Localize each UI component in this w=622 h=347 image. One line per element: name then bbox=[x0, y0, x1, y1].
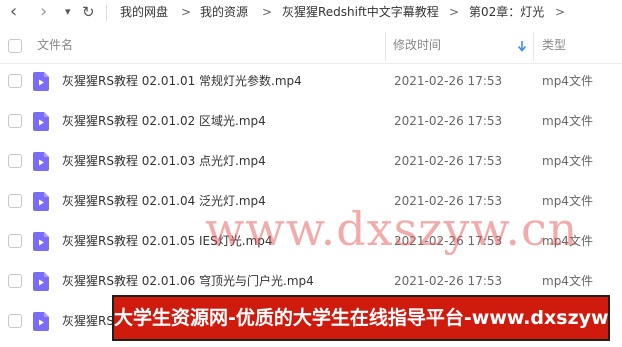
file-name[interactable]: 灰猩猩RS教程 02.01.02 区域光.mp4 bbox=[62, 101, 266, 141]
breadcrumb-separator: > bbox=[449, 5, 460, 19]
breadcrumb-current-chapter[interactable]: 第02章：灯光 bbox=[469, 0, 544, 26]
video-file-icon bbox=[33, 272, 49, 291]
breadcrumb-course-folder[interactable]: 灰猩猩Redshift中文字幕教程 bbox=[282, 0, 439, 26]
refresh-icon[interactable]: ↻ bbox=[82, 0, 95, 26]
column-header-type[interactable]: 类型 bbox=[542, 30, 566, 63]
file-row[interactable]: 灰猩猩RS教程 02.01.01 常规灯光参数.mp4 2021-02-26 1… bbox=[0, 61, 622, 101]
row-checkbox[interactable] bbox=[8, 114, 22, 128]
file-name[interactable]: 灰猩猩RS教程 02.01.03 点光灯.mp4 bbox=[62, 141, 266, 181]
video-file-icon bbox=[33, 312, 49, 331]
site-watermark: www.dxszyw.cn bbox=[205, 202, 579, 256]
row-checkbox[interactable] bbox=[8, 274, 22, 288]
video-file-icon bbox=[33, 192, 49, 211]
file-name[interactable]: 灰猩猩RS bbox=[62, 301, 114, 341]
column-divider[interactable] bbox=[533, 32, 534, 61]
file-modified-time: 2021-02-26 17:53 bbox=[394, 154, 503, 168]
breadcrumb-separator: > bbox=[555, 5, 566, 19]
breadcrumb-divider bbox=[106, 5, 107, 21]
breadcrumb-my-resources[interactable]: 我的资源 bbox=[200, 0, 248, 26]
file-row[interactable]: 灰猩猩RS教程 02.01.03 点光灯.mp4 2021-02-26 17:5… bbox=[0, 141, 622, 181]
row-checkbox[interactable] bbox=[8, 194, 22, 208]
file-name[interactable]: 灰猩猩RS教程 02.01.01 常规灯光参数.mp4 bbox=[62, 61, 302, 101]
sort-down-arrow-icon[interactable] bbox=[517, 30, 527, 63]
file-type: mp4文件 bbox=[542, 114, 593, 128]
file-type: mp4文件 bbox=[542, 154, 593, 168]
forward-icon[interactable]: › bbox=[40, 0, 47, 26]
column-header-filename[interactable]: 文件名 bbox=[37, 30, 73, 63]
column-header-modified-time[interactable]: 修改时间 bbox=[393, 30, 441, 63]
promo-banner: 大学生资源网-优质的大学生在线指导平台-www.dxszyw.cn bbox=[112, 295, 610, 341]
video-file-icon bbox=[33, 232, 49, 251]
file-type: mp4文件 bbox=[542, 74, 593, 88]
row-checkbox[interactable] bbox=[8, 314, 22, 328]
back-icon[interactable]: ‹ bbox=[10, 0, 17, 26]
video-file-icon bbox=[33, 72, 49, 91]
breadcrumb-separator: > bbox=[181, 5, 192, 19]
file-list-header: 文件名 修改时间 类型 bbox=[0, 30, 622, 64]
breadcrumb-separator: > bbox=[262, 5, 273, 19]
file-row[interactable]: 灰猩猩RS教程 02.01.02 区域光.mp4 2021-02-26 17:5… bbox=[0, 101, 622, 141]
history-dropdown-icon[interactable]: ▾ bbox=[65, 0, 71, 26]
select-all-checkbox[interactable] bbox=[8, 39, 22, 53]
file-modified-time: 2021-02-26 17:53 bbox=[394, 114, 503, 128]
row-checkbox[interactable] bbox=[8, 234, 22, 248]
video-file-icon bbox=[33, 152, 49, 171]
row-checkbox[interactable] bbox=[8, 154, 22, 168]
breadcrumb-my-netdisk[interactable]: 我的网盘 bbox=[120, 0, 168, 26]
column-divider[interactable] bbox=[385, 32, 386, 61]
row-checkbox[interactable] bbox=[8, 74, 22, 88]
video-file-icon bbox=[33, 112, 49, 131]
file-modified-time: 2021-02-26 17:53 bbox=[394, 74, 503, 88]
navigation-bar: ‹ › ▾ ↻ 我的网盘 > 我的资源 > 灰猩猩Redshift中文字幕教程 … bbox=[0, 0, 622, 26]
